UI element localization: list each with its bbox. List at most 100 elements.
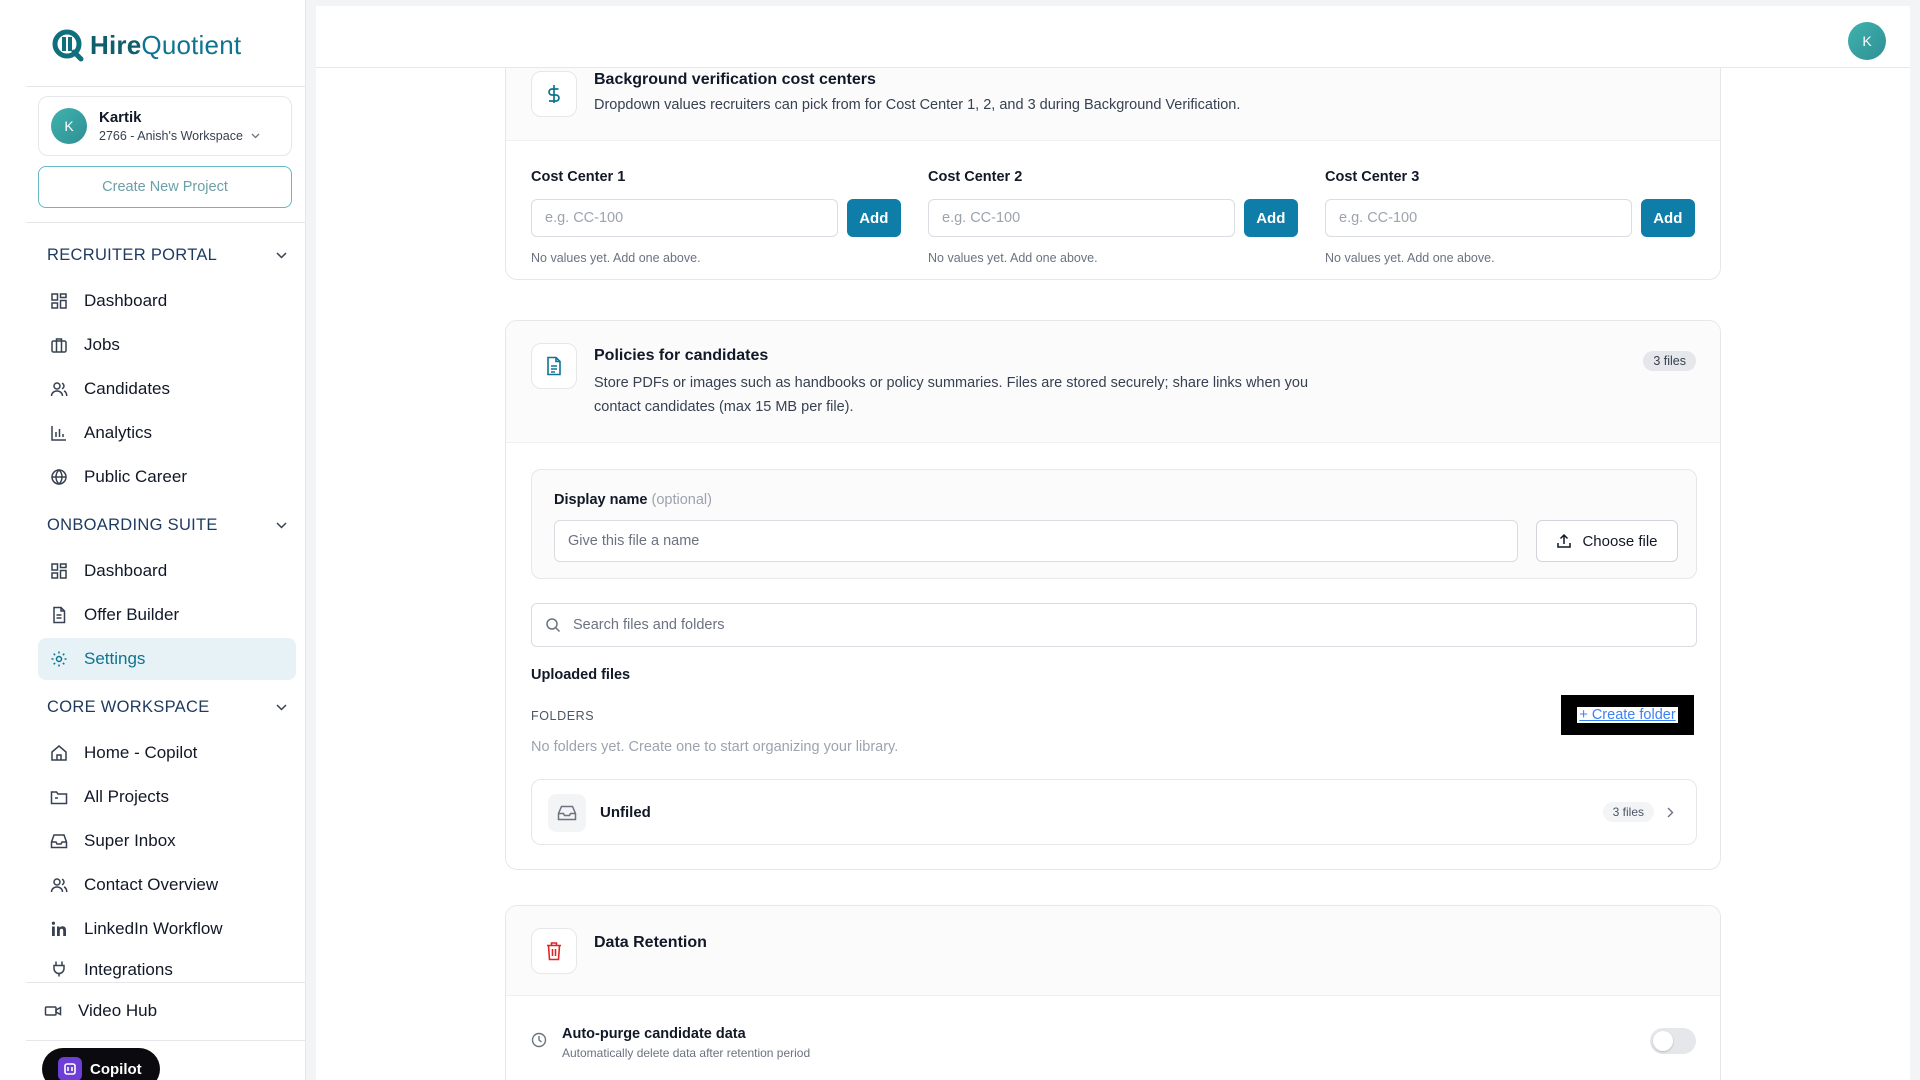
users-icon (50, 382, 68, 397)
brand-name: HireQuotient (90, 29, 242, 60)
video-camera-icon (44, 1006, 62, 1016)
upload-icon (1557, 533, 1572, 548)
copilot-label: Copilot (90, 1060, 142, 1078)
create-folder-label: + Create folder (1577, 707, 1678, 723)
card-description: Dropdown values recruiters can pick from… (594, 97, 1241, 113)
search-icon (546, 618, 561, 633)
unfiled-folder-row[interactable]: Unfiled 3 files (531, 779, 1697, 845)
upload-form: Display name (optional) Choose file (531, 469, 1697, 579)
nav-integrations[interactable]: Integrations (38, 952, 296, 982)
globe-icon (51, 468, 67, 486)
nav-analytics[interactable]: Analytics (38, 412, 296, 454)
inbox-icon (548, 794, 586, 832)
user-avatar[interactable]: K (1848, 22, 1886, 60)
cost-center-2-input[interactable] (928, 199, 1235, 237)
cost-center-label: Cost Center 2 (928, 169, 1023, 185)
user-name: Kartik (99, 109, 142, 126)
nav-label: Video Hub (78, 1001, 158, 1020)
nav-home-copilot[interactable]: Home - Copilot (38, 732, 296, 774)
nav-linkedin-workflow[interactable]: LinkedIn Workflow (38, 908, 296, 950)
logo-mark-icon (52, 29, 84, 62)
dollar-icon (531, 71, 577, 117)
chevron-down-icon (251, 133, 260, 139)
cost-center-3-add-button[interactable]: Add (1640, 199, 1695, 237)
cost-center-2: Cost Center 2 Add No values yet. Add one… (928, 169, 1298, 265)
nav-label: Public Career (84, 467, 187, 486)
create-folder-button[interactable]: + Create folder (1561, 695, 1694, 735)
nav-settings[interactable]: Settings (38, 638, 296, 680)
choose-file-label: Choose file (1582, 532, 1658, 550)
divider (26, 222, 306, 223)
section-core-workspace[interactable]: CORE WORKSPACE (47, 698, 287, 717)
choose-file-button[interactable]: Choose file (1536, 520, 1678, 562)
auto-purge-toggle[interactable] (1650, 1028, 1696, 1054)
nav-public-career[interactable]: Public Career (38, 456, 296, 498)
unfiled-label: Unfiled (600, 804, 651, 821)
card-title: Policies for candidates (594, 347, 769, 364)
section-title: CORE WORKSPACE (47, 698, 210, 716)
cost-center-2-add-button[interactable]: Add (1243, 199, 1298, 237)
section-recruiter-portal[interactable]: RECRUITER PORTAL (47, 246, 287, 265)
chevron-down-icon (276, 704, 287, 711)
nav-super-inbox[interactable]: Super Inbox (38, 820, 296, 862)
cost-center-1-input[interactable] (531, 199, 838, 237)
grid-icon (51, 293, 67, 309)
display-name-input[interactable] (554, 520, 1518, 562)
search-files[interactable] (531, 603, 1697, 647)
nav-label: LinkedIn Workflow (84, 919, 223, 938)
chevron-down-icon (276, 522, 287, 529)
auto-purge-row: Auto-purge candidate data Automatically … (506, 996, 1720, 1080)
workspace-label: 2766 - Anish's Workspace (99, 129, 243, 143)
section-onboarding-suite[interactable]: ONBOARDING SUITE (47, 516, 287, 535)
nav-label: Contact Overview (84, 875, 219, 894)
section-title: ONBOARDING SUITE (47, 516, 218, 534)
trash-icon (531, 928, 577, 974)
create-new-project-button[interactable]: Create New Project (38, 166, 292, 208)
inbox-icon (50, 834, 68, 849)
cost-center-1: Cost Center 1 Add No values yet. Add one… (531, 169, 901, 265)
card-description: Store PDFs or images such as handbooks o… (594, 375, 1309, 415)
nav-label: Offer Builder (84, 605, 180, 624)
nav-label: Integrations (84, 960, 173, 979)
clock-icon (531, 1032, 547, 1048)
section-title: RECRUITER PORTAL (47, 246, 218, 264)
uploaded-files-title: Uploaded files (531, 667, 631, 683)
home-icon (51, 745, 67, 761)
workspace-switcher[interactable]: K Kartik 2766 - Anish's Workspace (38, 96, 292, 156)
nav-offer-builder[interactable]: Offer Builder (38, 594, 296, 636)
cost-center-label: Cost Center 3 (1325, 169, 1420, 185)
card-header: Policies for candidates Store PDFs or im… (506, 321, 1720, 443)
bar-chart-icon (51, 426, 66, 441)
cost-center-note: No values yet. Add one above. (1325, 251, 1495, 265)
cost-center-1-add-button[interactable]: Add (846, 199, 901, 237)
divider (26, 1040, 306, 1041)
search-input[interactable] (573, 617, 1573, 633)
document-icon (531, 343, 577, 389)
cost-centers-card: Background verification cost centers Dro… (505, 68, 1721, 280)
auto-purge-title: Auto-purge candidate data (562, 1026, 746, 1042)
cost-center-note: No values yet. Add one above. (928, 251, 1098, 265)
card-title: Background verification cost centers (594, 71, 876, 88)
nav-jobs[interactable]: Jobs (38, 324, 296, 366)
brand-logo[interactable]: HireQuotient (52, 28, 241, 62)
nav-candidates[interactable]: Candidates (38, 368, 296, 410)
cost-center-label: Cost Center 1 (531, 169, 626, 185)
nav-video-hub[interactable]: Video Hub (32, 990, 290, 1032)
nav-onboarding-dashboard[interactable]: Dashboard (38, 550, 296, 592)
nav-contact-overview[interactable]: Contact Overview (38, 864, 296, 906)
cost-center-note: No values yet. Add one above. (531, 251, 701, 265)
cost-center-3: Cost Center 3 Add No values yet. Add one… (1325, 169, 1695, 265)
no-folders-text: No folders yet. Create one to start orga… (531, 739, 899, 755)
cost-center-3-input[interactable] (1325, 199, 1632, 237)
auto-purge-description: Automatically delete data after retentio… (562, 1046, 811, 1060)
sidebar: HireQuotient K Kartik 2766 - Anish's Wor… (0, 0, 306, 1080)
top-bar: K (316, 6, 1910, 68)
nav-recruiter-dashboard[interactable]: Dashboard (38, 280, 296, 322)
nav-all-projects[interactable]: All Projects (38, 776, 296, 818)
plug-icon (53, 961, 65, 977)
chevron-down-icon (276, 252, 287, 259)
folders-label: FOLDERS (531, 709, 595, 723)
copilot-button[interactable]: Copilot (42, 1048, 160, 1080)
nav-label: Settings (84, 649, 146, 668)
users-icon (50, 878, 68, 893)
